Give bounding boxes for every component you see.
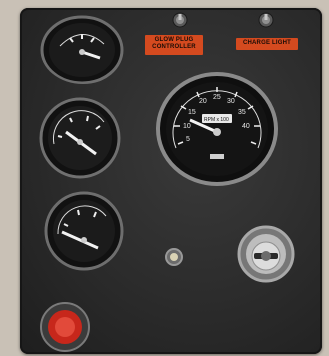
indicator-lamp-icon [165, 248, 183, 266]
tach-scale-label: 30 [227, 98, 235, 105]
tach-scale-label: 15 [188, 109, 196, 116]
gauge-icon [40, 15, 124, 84]
tach-scale-label: 5 [186, 136, 190, 143]
tach-scale-label: 40 [242, 123, 250, 130]
toggle-switch-icon[interactable] [258, 12, 274, 28]
charge-light-label: CHARGE LIGHT [236, 38, 298, 50]
panel-photo-frame: GLOW PLUG CONTROLLER CHARGE LIGHT 5 10 1… [0, 0, 329, 356]
glow-plug-label-line2: CONTROLLER [152, 44, 196, 50]
key-switch-icon[interactable] [236, 224, 296, 284]
tach-scale-label: 10 [183, 123, 191, 130]
tach-scale-label: 20 [199, 98, 207, 105]
gauge-icon [39, 97, 121, 179]
glow-plug-label-line1: GLOW PLUG [154, 37, 194, 43]
glow-plug-label: GLOW PLUG CONTROLLER [145, 35, 203, 55]
tach-scale-label: 35 [238, 109, 246, 116]
gauge-icon [44, 191, 124, 271]
toggle-switch-icon[interactable] [172, 12, 188, 28]
push-button-icon[interactable] [38, 300, 92, 354]
tach-unit-label: RPM x 100 [204, 117, 229, 123]
tach-scale-label: 25 [213, 94, 221, 101]
gauge-icon: 5 10 15 20 25 30 35 40 RPM x 100 [156, 72, 278, 186]
